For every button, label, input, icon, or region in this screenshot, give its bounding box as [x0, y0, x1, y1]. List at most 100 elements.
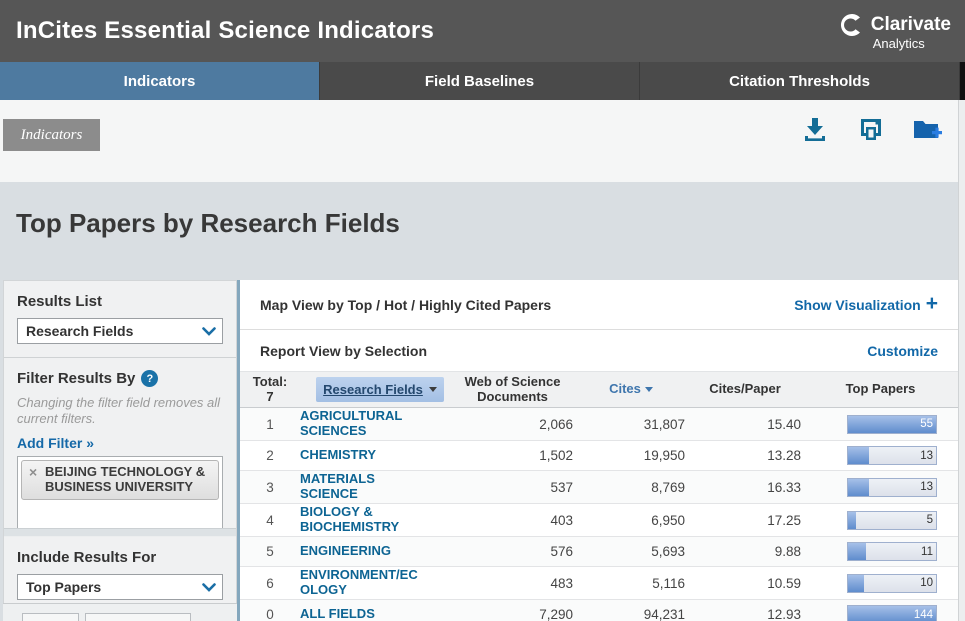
docs-cell: 7,290 [450, 607, 575, 621]
research-fields-label: Research Fields [323, 382, 423, 397]
table-header: Total: 7 Research Fields Web of Science … [240, 371, 958, 408]
docs-cell: 1,502 [450, 448, 575, 463]
report-view-label: Report View by [260, 343, 361, 359]
field-link[interactable]: BIOLOGY & BIOCHEMISTRY [300, 505, 422, 535]
table-row: 6ENVIRONMENT/ECOLOGY4835,11610.5910 [240, 567, 958, 600]
field-link[interactable]: ENGINEERING [300, 544, 422, 559]
bar-fill [848, 447, 869, 464]
field-link[interactable]: ENVIRONMENT/ECOLOGY [300, 568, 422, 598]
table-row: 5ENGINEERING5765,6939.8811 [240, 537, 958, 567]
rank-cell: 5 [240, 544, 300, 559]
cites-per-paper-cell: 17.25 [687, 513, 803, 528]
tab-field-baselines[interactable]: Field Baselines [320, 62, 640, 100]
cites-cell: 31,807 [575, 417, 687, 432]
sidebar-divider [4, 528, 236, 537]
cites-per-paper-cell: 10.59 [687, 576, 803, 591]
bar-value: 5 [927, 512, 933, 529]
top-papers-cell: 13 [803, 446, 958, 465]
include-results-select[interactable]: Top Papers [17, 574, 223, 600]
chevron-down-icon [196, 583, 222, 592]
brand-sub: Analytics [873, 36, 925, 51]
top-papers-bar: 10 [847, 574, 937, 593]
breadcrumb[interactable]: Indicators [3, 119, 100, 151]
customize-label: Customize [867, 343, 938, 359]
results-list-value: Research Fields [26, 323, 133, 339]
sidebar-footer-button[interactable] [22, 613, 79, 621]
page-scrollbar[interactable] [958, 100, 965, 621]
bar-value: 144 [914, 606, 933, 621]
field-link[interactable]: AGRICULTURAL SCIENCES [300, 409, 422, 439]
top-papers-cell: 11 [803, 542, 958, 561]
app-title: InCites Essential Science Indicators [16, 17, 434, 45]
table-row: 2CHEMISTRY1,50219,95013.2813 [240, 441, 958, 471]
cites-cell: 8,769 [575, 480, 687, 495]
cites-per-paper-cell: 12.93 [687, 607, 803, 621]
include-results-value: Top Papers [26, 579, 101, 595]
cites-per-paper-cell: 15.40 [687, 417, 803, 432]
col-cites-label: Cites [609, 382, 641, 397]
rank-cell: 4 [240, 513, 300, 528]
docs-cell: 2,066 [450, 417, 575, 432]
show-visualization-link[interactable]: Show Visualization + [794, 295, 938, 314]
include-results-label: Include Results For [17, 549, 223, 566]
tab-citation-thresholds[interactable]: Citation Thresholds [640, 62, 960, 100]
top-papers-bar: 144 [847, 605, 937, 621]
cites-cell: 5,693 [575, 544, 687, 559]
rank-cell: 1 [240, 417, 300, 432]
sidebar: Results List Research Fields Filter Resu… [3, 280, 237, 621]
clarivate-logo: Clarivate Analytics [839, 12, 951, 51]
cites-cell: 94,231 [575, 607, 687, 621]
docs-cell: 537 [450, 480, 575, 495]
cites-cell: 6,950 [575, 513, 687, 528]
docs-cell: 483 [450, 576, 575, 591]
top-papers-cell: 10 [803, 574, 958, 593]
show-visualization-label: Show Visualization [794, 297, 921, 313]
results-list-label: Results List [17, 293, 223, 310]
bar-fill [848, 512, 856, 529]
download-icon[interactable] [800, 114, 830, 144]
sidebar-footer-button[interactable] [85, 613, 191, 621]
map-view-label: Map View by [260, 297, 344, 313]
cites-cell: 19,950 [575, 448, 687, 463]
tab-indicators[interactable]: Indicators [0, 62, 320, 100]
toolbar: Indicators [0, 100, 958, 182]
customize-link[interactable]: Customize [867, 343, 938, 359]
bar-fill [848, 543, 866, 560]
bar-value: 11 [921, 543, 933, 560]
filter-chip[interactable]: × BEIJING TECHNOLOGY & BUSINESS UNIVERSI… [21, 460, 219, 500]
add-filter-link[interactable]: Add Filter » [17, 435, 94, 451]
research-fields-select[interactable]: Research Fields [316, 377, 444, 402]
field-link[interactable]: ALL FIELDS [300, 607, 422, 621]
bar-value: 13 [920, 479, 933, 496]
col-cites-per-paper: Cites/Paper [687, 382, 803, 397]
table-body: 1AGRICULTURAL SCIENCES 2,06631,80715.40 5 5… [240, 408, 958, 621]
top-papers-bar: 13 [847, 446, 937, 465]
total-count: Total: 7 [240, 375, 300, 405]
help-icon[interactable]: ? [141, 370, 158, 387]
rank-cell: 2 [240, 448, 300, 463]
print-icon[interactable] [856, 114, 886, 144]
bar-fill [848, 479, 869, 496]
cites-cell: 5,116 [575, 576, 687, 591]
cites-per-paper-cell: 16.33 [687, 480, 803, 495]
docs-cell: 403 [450, 513, 575, 528]
add-folder-icon[interactable] [912, 114, 942, 144]
tabbar-end-spacer [960, 62, 965, 100]
top-papers-cell: 144 [803, 605, 958, 621]
map-view-bar: Map View by Top / Hot / Highly Cited Pap… [240, 280, 958, 330]
main-tabs: Indicators Field Baselines Citation Thre… [0, 62, 965, 100]
cites-per-paper-cell: 9.88 [687, 544, 803, 559]
map-view-value: Top / Hot / Highly Cited Papers [348, 297, 552, 313]
bar-value: 13 [920, 447, 933, 464]
results-list-select[interactable]: Research Fields [17, 318, 223, 344]
field-link[interactable]: MATERIALS SCIENCE [300, 472, 422, 502]
field-link[interactable]: CHEMISTRY [300, 448, 422, 463]
report-view-bar: Report View by Selection Customize [240, 330, 958, 371]
table-row: 3MATERIALS SCIENCE 5378,76916.33 13 [240, 471, 958, 504]
table-row: 1AGRICULTURAL SCIENCES2,06631,80715.4055 [240, 408, 958, 441]
rank-cell: 3 [240, 480, 300, 495]
filter-results-label: Filter Results By [17, 370, 135, 387]
remove-filter-icon[interactable]: × [29, 464, 37, 481]
bar-value: 10 [920, 575, 933, 592]
col-cites-sort[interactable]: Cites [575, 382, 687, 397]
